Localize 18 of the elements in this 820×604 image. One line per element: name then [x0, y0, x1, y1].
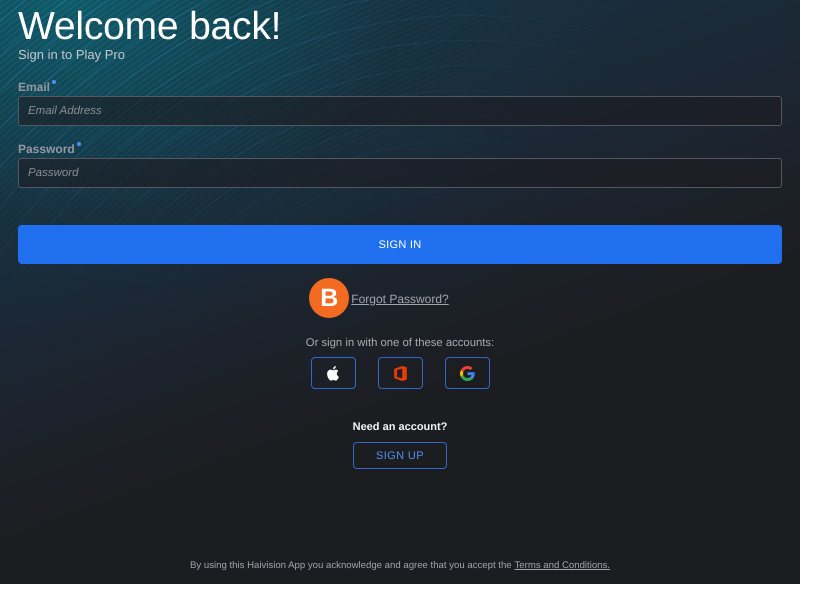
- g-logo-icon: [460, 366, 474, 380]
- input-field[interactable]: Password: [18, 158, 782, 188]
- sign-up-button[interactable]: SIGN UP: [353, 442, 447, 469]
- terms-notice: By using this Haivision App you acknowledge and agree that you accept the Terms and Conditions.: [190, 560, 610, 572]
- sign-in-button[interactable]: SIGN IN: [18, 225, 782, 264]
- terms-link[interactable]: Terms and Conditions.: [514, 560, 610, 571]
- social-sign-in-prompt: Or sign in with one of these accounts:: [306, 336, 494, 350]
- letter-badge[interactable]: B: [309, 278, 350, 318]
- field-label: Email: [18, 80, 50, 94]
- social-sign-in-button[interactable]: [310, 357, 356, 389]
- forgot-password-link[interactable]: Forgot Password?: [351, 292, 449, 306]
- welcome-title: Welcome back!: [18, 6, 282, 47]
- door-logo-icon: [394, 366, 406, 380]
- input-field[interactable]: Email Address: [18, 96, 782, 126]
- apple-icon: [326, 366, 340, 380]
- need-account-prompt: Need an account?: [352, 420, 448, 434]
- subtitle: Sign in to Play Pro: [18, 47, 125, 63]
- field-label: Password: [18, 142, 75, 156]
